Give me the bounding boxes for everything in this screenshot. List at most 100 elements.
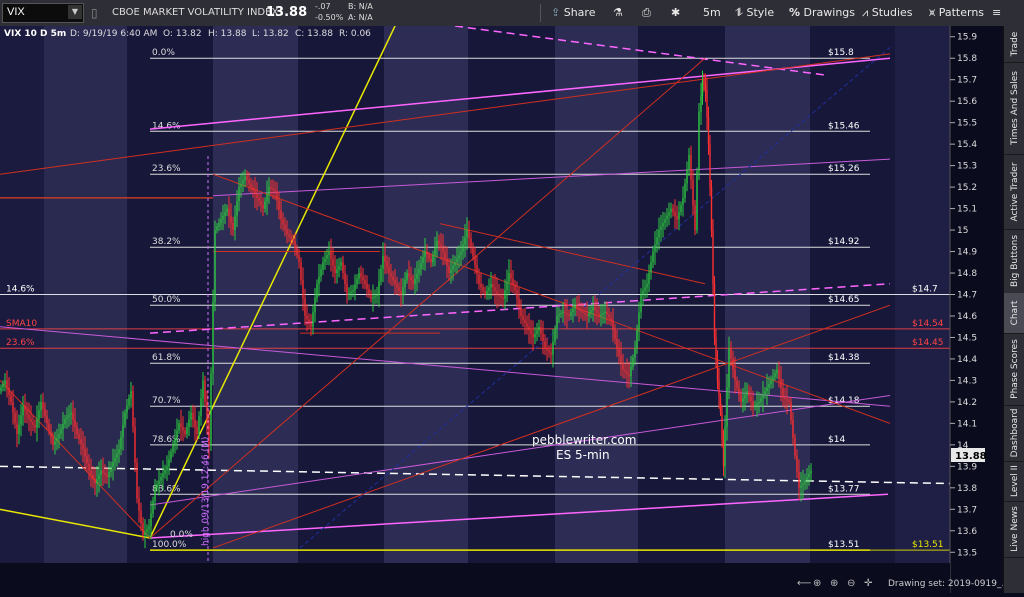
- side-tab-label: Phase Scores: [1009, 339, 1020, 399]
- candle-body: [578, 307, 580, 310]
- fib-pct-label: 0.0%: [152, 48, 175, 58]
- share-button[interactable]: ⇪ Share: [551, 0, 595, 26]
- side-tab-trade[interactable]: Trade: [1004, 26, 1024, 63]
- candle-body: [786, 399, 788, 401]
- settings-button[interactable]: ✱: [671, 0, 680, 26]
- side-tab-times-and-sales[interactable]: Times And Sales: [1004, 62, 1024, 155]
- candle-body: [38, 410, 40, 420]
- menu-button[interactable]: ≡: [992, 0, 1001, 26]
- candle-body: [404, 280, 406, 288]
- level-price-label: $14.7: [912, 285, 938, 295]
- print-button[interactable]: ⎙: [642, 0, 651, 26]
- candle-body: [258, 197, 260, 202]
- candle-body: [710, 187, 713, 231]
- candle-body: [766, 387, 768, 392]
- price-chart[interactable]: 0.0% $15.8 14.6% $15.46 23.6% $15.26 38.2% $14.…: [0, 25, 1010, 593]
- candle-body: [306, 315, 308, 320]
- side-tab-phase-scores[interactable]: Phase Scores: [1004, 333, 1024, 406]
- candle-body: [434, 247, 436, 256]
- candle-body: [662, 222, 664, 227]
- candle-body: [272, 188, 274, 190]
- candle-body: [34, 424, 36, 428]
- candle-body: [210, 373, 212, 445]
- candle-body: [500, 295, 502, 298]
- candle-body: [552, 341, 554, 355]
- price-tick-label: 14.7: [957, 291, 977, 301]
- favorite-icon[interactable]: ▯: [91, 0, 98, 26]
- candle-body: [576, 305, 578, 308]
- candle-body: [114, 457, 116, 463]
- candle-body: [448, 265, 450, 274]
- candle-body: [422, 257, 424, 263]
- timeframe-button[interactable]: 5m: [703, 0, 721, 26]
- studies-icon: ⩘: [862, 6, 869, 19]
- price-axis[interactable]: 15.9 15.8 15.7 15.6 15.5 15.4 15.3 15.2 15.1 15 14…: [949, 26, 1003, 593]
- candle-body: [707, 117, 710, 145]
- fib-price-label: $13.51: [828, 540, 860, 550]
- header-open: O: 13.82: [163, 29, 202, 39]
- candle-body: [582, 311, 584, 314]
- candle-body: [100, 470, 102, 475]
- candle-body: [358, 273, 360, 279]
- candle-body: [504, 290, 506, 299]
- candle-body: [772, 376, 774, 381]
- share-icon: ⇪: [551, 6, 561, 19]
- candle-body: [536, 330, 538, 334]
- flask-button[interactable]: ⚗: [613, 0, 623, 26]
- price-tick-label: 13.6: [957, 527, 977, 537]
- printer-icon: ⎙: [642, 6, 651, 19]
- candle-body: [804, 480, 806, 484]
- studies-button[interactable]: ⩘ Studies: [862, 0, 913, 26]
- chevron-down-icon[interactable]: ▼: [68, 5, 82, 19]
- candle-body: [216, 226, 218, 231]
- candle-body: [234, 215, 236, 231]
- candle-body: [316, 283, 318, 299]
- style-button[interactable]: ⥮ Style: [735, 0, 774, 26]
- patterns-button[interactable]: ⩙ Patterns: [929, 0, 984, 26]
- drawing-set-label[interactable]: Drawing set: 2019-0919_...: [888, 579, 1010, 589]
- candle-body: [426, 251, 428, 256]
- chart-svg[interactable]: 0.0% $15.8 14.6% $15.46 23.6% $15.26 38.2% $14.…: [0, 25, 1010, 593]
- candle-body: [378, 281, 380, 295]
- candle-body: [498, 294, 500, 296]
- side-tab-live-news[interactable]: Live News: [1004, 501, 1024, 558]
- symbol-input[interactable]: VIX ▼: [2, 3, 84, 23]
- price-tick-label: 14.8: [957, 269, 977, 279]
- candle-body: [160, 477, 162, 481]
- candle-body: [288, 234, 290, 237]
- candle-body: [106, 474, 108, 478]
- drawings-button[interactable]: % Drawings: [789, 0, 855, 26]
- candle-body: [574, 305, 576, 309]
- candle-body: [626, 371, 628, 374]
- candle-body: [580, 309, 582, 312]
- side-tab-chart[interactable]: Chart: [1004, 293, 1024, 334]
- candle-body: [622, 362, 624, 370]
- candle-body: [646, 283, 648, 288]
- candle-body: [414, 278, 416, 284]
- candle-body: [460, 251, 462, 256]
- side-tab-active-trader[interactable]: Active Trader: [1004, 154, 1024, 230]
- candle-body: [32, 421, 34, 425]
- candle-body: [614, 329, 616, 339]
- side-tab-level-ii[interactable]: Level II: [1004, 461, 1024, 502]
- candle-body: [130, 391, 132, 399]
- fib-pct-label: 61.8%: [152, 353, 181, 363]
- candle-body: [82, 444, 84, 450]
- candle-body: [196, 426, 198, 435]
- candle-body: [534, 333, 536, 338]
- side-tab-dashboard[interactable]: Dashboard: [1004, 405, 1024, 462]
- fib-price-label: $14.38: [828, 353, 860, 363]
- candle-body: [46, 416, 48, 424]
- candle-body: [244, 176, 246, 180]
- price-tick-label: 15.9: [957, 33, 977, 43]
- side-tab-big-buttons[interactable]: Big Buttons: [1004, 229, 1024, 294]
- side-tab-label: Chart: [1009, 300, 1020, 326]
- candle-body: [110, 467, 112, 473]
- candle-body: [344, 273, 346, 284]
- candle-body: [228, 208, 230, 216]
- candle-body: [440, 244, 442, 248]
- candle-body: [632, 357, 634, 367]
- candle-body: [182, 426, 184, 431]
- zero-pct-label: 0.0%: [170, 530, 193, 540]
- price-tick-label: 14.4: [957, 355, 977, 365]
